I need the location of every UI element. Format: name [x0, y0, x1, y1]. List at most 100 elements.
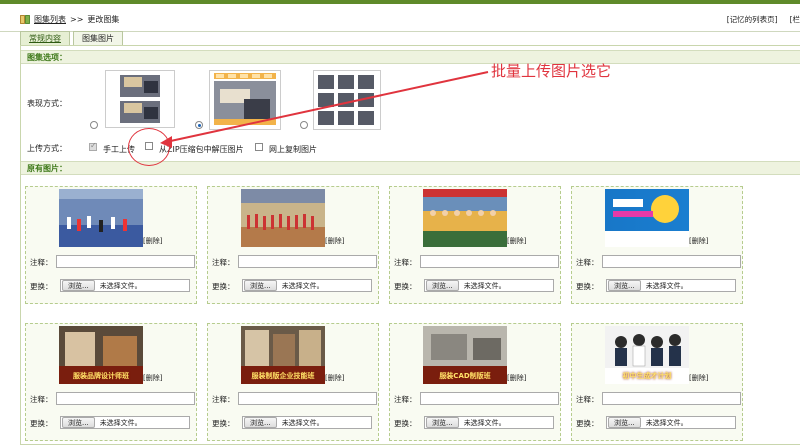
- image-caption: 初中生成才计划: [622, 372, 672, 380]
- upload-web-label: 网上复制图片: [269, 145, 317, 154]
- layout-option-slide-preview[interactable]: [209, 70, 281, 130]
- layout-option-two-rows-preview[interactable]: [105, 70, 175, 128]
- no-file-text: 未选择文件。: [281, 418, 324, 427]
- tab-general[interactable]: 常规内容: [20, 31, 70, 45]
- no-file-text: 未选择文件。: [645, 418, 688, 427]
- note-input[interactable]: [420, 392, 559, 405]
- book-icon: [20, 15, 30, 24]
- image-caption: 服装品牌设计师班: [73, 372, 129, 380]
- image-thumbnail: 初中生成才计划: [605, 326, 689, 384]
- note-input[interactable]: [238, 392, 377, 405]
- edit-panel: 图集选项： 表现方式： 上传方式： ✓ 手工上传 从ZIP压缩包中解压图片 网上…: [20, 45, 800, 445]
- replace-file-input[interactable]: 浏览... 未选择文件。: [606, 416, 736, 429]
- replace-file-input[interactable]: 浏览... 未选择文件。: [242, 416, 372, 429]
- browse-button[interactable]: 浏览...: [426, 280, 459, 291]
- note-label: 注释：: [30, 395, 53, 404]
- layout-option-grid-radio[interactable]: [300, 121, 308, 129]
- browse-button[interactable]: 浏览...: [608, 280, 641, 291]
- browse-button[interactable]: 浏览...: [62, 417, 95, 428]
- options-section-header: 图集选项：: [21, 50, 800, 64]
- note-input[interactable]: [420, 255, 559, 268]
- layout-option-grid-preview[interactable]: [313, 70, 381, 130]
- image-thumbnail: [241, 189, 325, 247]
- delete-image-link[interactable]: [删除]: [507, 373, 526, 383]
- layout-option-slide-radio[interactable]: [195, 121, 203, 129]
- annotation-text: 批量上传图片选它: [491, 62, 612, 80]
- note-input[interactable]: [602, 255, 741, 268]
- upload-zip-label: 从ZIP压缩包中解压图片: [159, 145, 244, 154]
- image-thumbnail: [59, 189, 143, 247]
- annotation-circle: [128, 128, 170, 166]
- image-thumbnail: 服装品牌设计师班: [59, 326, 143, 384]
- note-input[interactable]: [602, 392, 741, 405]
- upload-mode-label: 上传方式：: [27, 144, 67, 153]
- replace-label: 更换：: [30, 282, 53, 291]
- tab-images[interactable]: 图集图片: [73, 31, 123, 45]
- delete-image-link[interactable]: [删除]: [143, 373, 162, 383]
- column-link[interactable]: [栏: [790, 14, 800, 25]
- display-mode-label: 表现方式：: [27, 99, 67, 108]
- replace-file-input[interactable]: 浏览... 未选择文件。: [424, 416, 554, 429]
- breadcrumb: 图集列表 >> 更改图集: [20, 14, 119, 25]
- breadcrumb-list-link[interactable]: 图集列表: [34, 14, 66, 25]
- note-label: 注释：: [30, 258, 53, 267]
- note-label: 注释：: [394, 258, 417, 267]
- delete-image-link[interactable]: [删除]: [689, 373, 708, 383]
- replace-file-input[interactable]: 浏览... 未选择文件。: [424, 279, 554, 292]
- page-header: 图集列表 >> 更改图集 [记忆的列表页] [栏: [0, 4, 800, 32]
- images-section-title: 原有图片：: [27, 164, 67, 173]
- layout-option-two-rows-radio[interactable]: [90, 121, 98, 129]
- replace-label: 更换：: [394, 282, 417, 291]
- image-card: [删除] 注释： 更换： 浏览... 未选择文件。: [389, 186, 561, 304]
- browse-button[interactable]: 浏览...: [426, 417, 459, 428]
- header-links: [记忆的列表页] [栏: [727, 14, 800, 25]
- upload-web-checkbox[interactable]: [255, 143, 263, 151]
- delete-image-link[interactable]: [删除]: [689, 236, 708, 246]
- no-file-text: 未选择文件。: [463, 418, 506, 427]
- image-thumbnail: [605, 189, 689, 247]
- browse-button[interactable]: 浏览...: [244, 417, 277, 428]
- replace-file-input[interactable]: 浏览... 未选择文件。: [242, 279, 372, 292]
- note-input[interactable]: [56, 392, 195, 405]
- remembered-list-link[interactable]: [记忆的列表页]: [727, 14, 778, 25]
- note-input[interactable]: [56, 255, 195, 268]
- image-card: 服装品牌设计师班 [删除] 注释： 更换： 浏览... 未选择文件。: [25, 323, 197, 441]
- delete-image-link[interactable]: [删除]: [325, 236, 344, 246]
- image-caption: 服装制版企业技能班: [251, 372, 315, 380]
- image-card: 服装制版企业技能班 [删除] 注释： 更换： 浏览... 未选择文件。: [207, 323, 379, 441]
- breadcrumb-separator: >>: [70, 15, 84, 24]
- browse-button[interactable]: 浏览...: [62, 280, 95, 291]
- no-file-text: 未选择文件。: [99, 418, 142, 427]
- note-label: 注释：: [212, 258, 235, 267]
- image-caption: 服装CAD制版班: [439, 372, 491, 380]
- note-label: 注释：: [576, 395, 599, 404]
- browse-button[interactable]: 浏览...: [608, 417, 641, 428]
- image-thumbnail: 服装CAD制版班: [423, 326, 507, 384]
- delete-image-link[interactable]: [删除]: [325, 373, 344, 383]
- note-input[interactable]: [238, 255, 377, 268]
- replace-label: 更换：: [576, 282, 599, 291]
- image-card: [删除] 注释： 更换： 浏览... 未选择文件。: [571, 186, 743, 304]
- replace-label: 更换：: [212, 282, 235, 291]
- image-card: 初中生成才计划 [删除] 注释： 更换： 浏览... 未选择文件。: [571, 323, 743, 441]
- replace-file-input[interactable]: 浏览... 未选择文件。: [60, 416, 190, 429]
- no-file-text: 未选择文件。: [99, 281, 142, 290]
- upload-manual-checkbox[interactable]: [89, 141, 97, 151]
- replace-file-input[interactable]: 浏览... 未选择文件。: [606, 279, 736, 292]
- replace-label: 更换：: [576, 419, 599, 428]
- image-card: 服装CAD制版班 [删除] 注释： 更换： 浏览... 未选择文件。: [389, 323, 561, 441]
- breadcrumb-current: 更改图集: [87, 15, 120, 24]
- image-card: [删除] 注释： 更换： 浏览... 未选择文件。: [207, 186, 379, 304]
- note-label: 注释：: [576, 258, 599, 267]
- image-card: [删除] 注释： 更换： 浏览... 未选择文件。: [25, 186, 197, 304]
- delete-image-link[interactable]: [删除]: [507, 236, 526, 246]
- replace-file-input[interactable]: 浏览... 未选择文件。: [60, 279, 190, 292]
- browse-button[interactable]: 浏览...: [244, 280, 277, 291]
- replace-label: 更换：: [394, 419, 417, 428]
- no-file-text: 未选择文件。: [281, 281, 324, 290]
- note-label: 注释：: [394, 395, 417, 404]
- image-thumbnail: [423, 189, 507, 247]
- replace-label: 更换：: [30, 419, 53, 428]
- delete-image-link[interactable]: [删除]: [143, 236, 162, 246]
- options-section-title: 图集选项：: [27, 53, 67, 62]
